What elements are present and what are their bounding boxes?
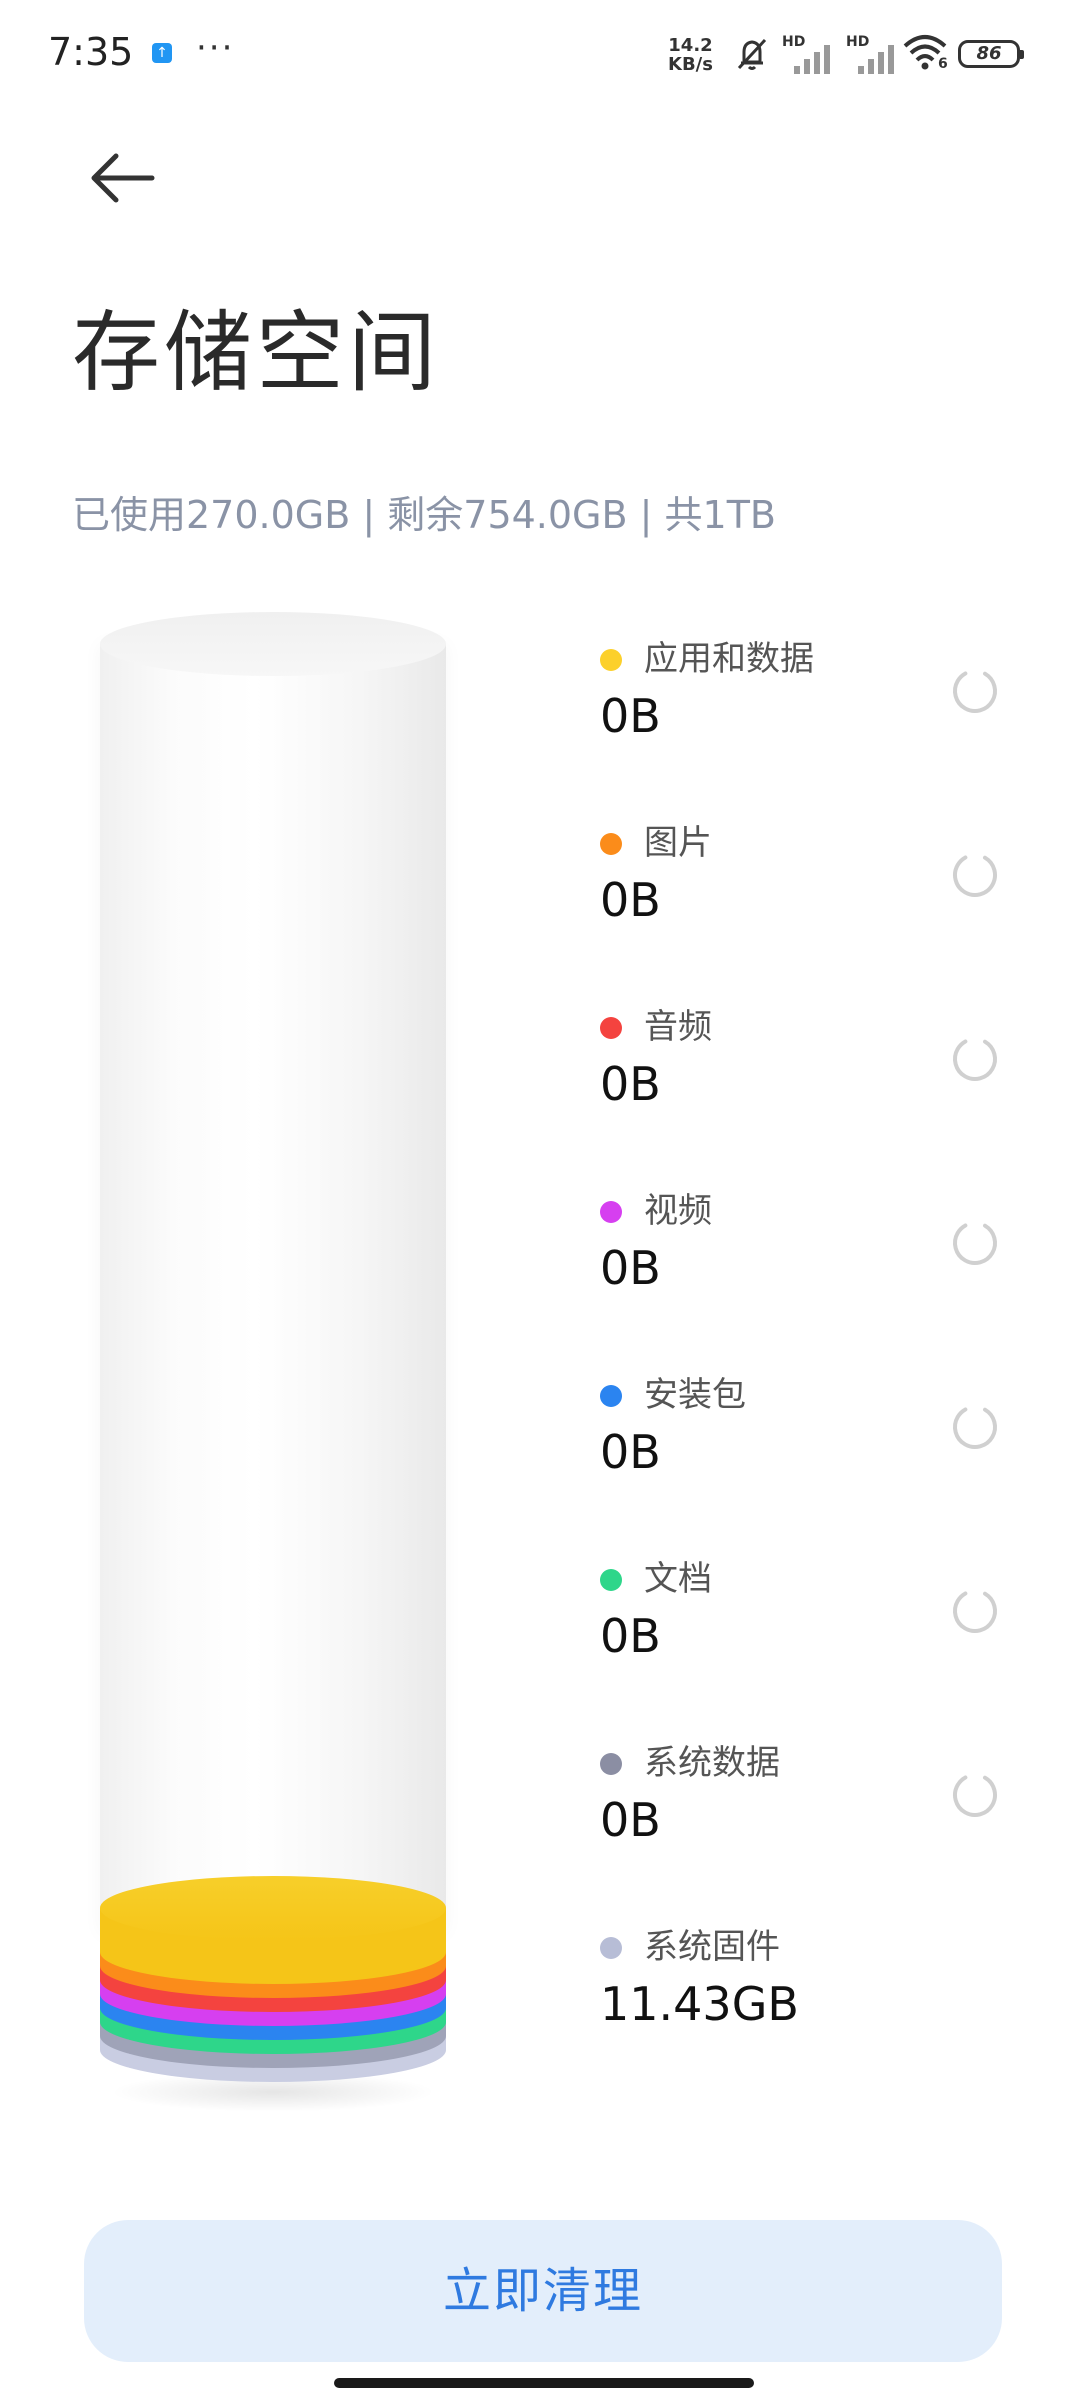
clean-now-button[interactable]: 立即清理 xyxy=(84,2220,1002,2362)
category-color-dot xyxy=(600,649,622,671)
category-color-dot xyxy=(600,1937,622,1959)
battery-level: 86 xyxy=(976,43,1002,64)
page-title: 存储空间 xyxy=(72,301,441,404)
category-color-dot xyxy=(600,1385,622,1407)
category-item[interactable]: 系统固件 11.43GB xyxy=(600,1918,1020,2078)
loading-spinner-icon xyxy=(953,1037,997,1081)
category-size: 0B xyxy=(600,1793,661,1847)
category-color-dot xyxy=(600,1569,622,1591)
network-speed: 14.2 KB/s xyxy=(668,36,713,74)
cylinder-body xyxy=(100,644,446,1934)
storage-cylinder xyxy=(100,612,446,2132)
category-item[interactable]: 系统数据 0B xyxy=(600,1734,1020,1894)
status-time: 7:35 xyxy=(48,30,134,74)
category-name: 应用和数据 xyxy=(644,639,814,679)
arrow-left-icon xyxy=(91,153,155,203)
category-item[interactable]: 视频 0B xyxy=(600,1182,1020,1342)
network-speed-unit: KB/s xyxy=(668,54,713,75)
category-color-dot xyxy=(600,1201,622,1223)
home-indicator[interactable] xyxy=(334,2378,754,2388)
category-name: 安装包 xyxy=(644,1375,746,1415)
category-name: 文档 xyxy=(644,1559,712,1599)
category-name: 系统固件 xyxy=(644,1927,780,1967)
status-bar: 7:35 ↑ ··· 14.2 KB/s HD HD 6 86 xyxy=(0,0,1080,108)
wifi-badge: 6 xyxy=(938,56,948,72)
category-size: 0B xyxy=(600,1057,661,1111)
signal-sim1-icon: HD xyxy=(782,34,840,74)
cylinder-top xyxy=(100,612,446,676)
category-color-dot xyxy=(600,1017,622,1039)
wifi-6-icon: 6 xyxy=(902,34,952,74)
loading-spinner-icon xyxy=(953,1221,997,1265)
category-item[interactable]: 文档 0B xyxy=(600,1550,1020,1710)
category-size: 0B xyxy=(600,689,661,743)
loading-spinner-icon xyxy=(953,1773,997,1817)
category-size: 0B xyxy=(600,1609,661,1663)
category-name: 音频 xyxy=(644,1007,712,1047)
more-notifications-icon: ··· xyxy=(196,28,235,68)
category-item[interactable]: 图片 0B xyxy=(600,814,1020,974)
category-name: 图片 xyxy=(644,823,712,863)
loading-spinner-icon xyxy=(953,1589,997,1633)
category-item[interactable]: 音频 0B xyxy=(600,998,1020,1158)
category-size: 0B xyxy=(600,1241,661,1295)
category-size: 11.43GB xyxy=(600,1977,799,2031)
loading-spinner-icon xyxy=(953,669,997,713)
category-name: 视频 xyxy=(644,1191,712,1231)
category-size: 0B xyxy=(600,1425,661,1479)
category-item[interactable]: 应用和数据 0B xyxy=(600,630,1020,790)
upload-app-icon: ↑ xyxy=(152,43,172,63)
category-name: 系统数据 xyxy=(644,1743,780,1783)
loading-spinner-icon xyxy=(953,853,997,897)
category-color-dot xyxy=(600,833,622,855)
network-speed-value: 14.2 xyxy=(668,35,713,56)
category-color-dot xyxy=(600,1753,622,1775)
cylinder-layer-top xyxy=(100,1876,446,1940)
back-button[interactable] xyxy=(72,138,162,218)
bell-off-icon xyxy=(737,38,767,70)
battery-icon: 86 xyxy=(958,40,1024,68)
category-size: 0B xyxy=(600,873,661,927)
signal-sim2-icon: HD xyxy=(846,34,904,74)
loading-spinner-icon xyxy=(953,1405,997,1449)
storage-summary: 已使用270.0GB | 剩余754.0GB | 共1TB xyxy=(72,493,776,537)
category-item[interactable]: 安装包 0B xyxy=(600,1366,1020,1526)
